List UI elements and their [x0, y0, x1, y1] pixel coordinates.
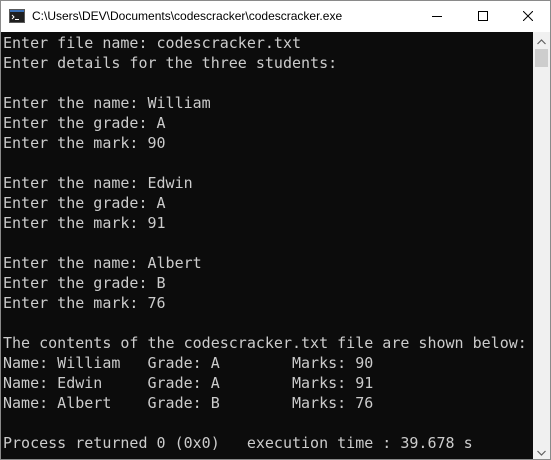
- maximize-icon: [478, 8, 488, 26]
- console-line: Enter the mark: 91: [3, 214, 166, 232]
- console-line: Enter details for the three students:: [3, 54, 338, 72]
- console-line: The contents of the codescracker.txt fil…: [3, 334, 527, 352]
- title-bar[interactable]: C:\Users\DEV\Documents\codescracker\code…: [1, 1, 550, 32]
- scrollbar-thumb[interactable]: [535, 49, 548, 67]
- window-title: C:\Users\DEV\Documents\codescracker\code…: [32, 9, 343, 23]
- console-line: Name: Albert Grade: B Marks: 76: [3, 394, 374, 412]
- scroll-down-button[interactable]: [533, 443, 550, 460]
- console-line: Enter the name: Albert: [3, 254, 202, 272]
- console-line: Process returned 0 (0x0) execution time …: [3, 434, 473, 452]
- console-line: Name: Edwin Grade: A Marks: 91: [3, 374, 374, 392]
- chevron-up-icon: [537, 32, 546, 50]
- console-line: Enter the grade: B: [3, 274, 166, 292]
- close-icon: [522, 8, 534, 26]
- console-line: Name: William Grade: A Marks: 90: [3, 354, 374, 372]
- chevron-down-icon: [537, 443, 546, 460]
- console-line: Enter the name: Edwin: [3, 174, 193, 192]
- console-line: Enter file name: codescracker.txt: [3, 34, 302, 52]
- console-line: Enter the grade: A: [3, 114, 166, 132]
- console-app-icon: [9, 8, 25, 24]
- minimize-icon: [432, 8, 442, 26]
- console-output[interactable]: Enter file name: codescracker.txt Enter …: [1, 32, 533, 459]
- close-button[interactable]: [505, 1, 550, 32]
- console-line: Enter the mark: 90: [3, 134, 166, 152]
- console-line: Enter the name: William: [3, 94, 211, 112]
- minimize-button[interactable]: [414, 1, 460, 32]
- vertical-scrollbar[interactable]: [533, 32, 550, 460]
- maximize-button[interactable]: [460, 1, 506, 32]
- console-window: C:\Users\DEV\Documents\codescracker\code…: [0, 0, 551, 460]
- scroll-up-button[interactable]: [533, 32, 550, 49]
- console-line: Enter the grade: A: [3, 194, 166, 212]
- console-line: Enter the mark: 76: [3, 294, 166, 312]
